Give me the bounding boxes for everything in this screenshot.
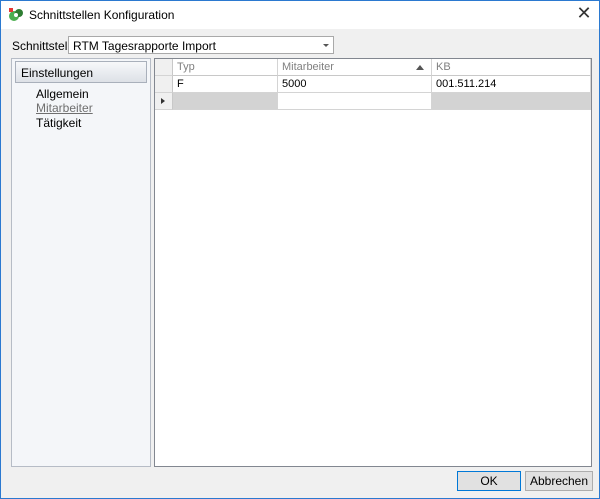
sidebar-header-einstellungen[interactable]: Einstellungen — [15, 61, 147, 83]
column-header-label: KB — [436, 61, 451, 73]
column-header-label: Typ — [177, 61, 195, 73]
dialog-window: Schnittstellen Konfiguration ✕ Schnittst… — [0, 0, 600, 499]
column-header-kb[interactable]: KB — [432, 59, 591, 76]
table-cell-kb[interactable]: 001.511.214 — [432, 76, 591, 93]
row-indicator[interactable] — [155, 76, 173, 93]
close-icon[interactable]: ✕ — [569, 1, 599, 27]
grid-corner — [155, 59, 173, 76]
chevron-down-icon[interactable] — [323, 44, 329, 47]
column-header-label: Mitarbeiter — [282, 61, 334, 73]
cell-value: 5000 — [282, 78, 307, 90]
cell-value: 001.511.214 — [436, 78, 497, 90]
row-pointer-icon — [161, 98, 165, 104]
sidebar-header-label: Einstellungen — [21, 66, 94, 80]
sort-ascending-icon — [416, 65, 424, 70]
new-row-cell-mitarbeiter[interactable] — [278, 93, 432, 110]
interface-label: Schnittstelle — [12, 39, 77, 53]
nav-item-mitarbeiter[interactable]: Mitarbeiter — [36, 101, 93, 115]
title-bar: Schnittstellen Konfiguration ✕ — [1, 1, 599, 29]
new-row-indicator[interactable] — [155, 93, 173, 110]
nav-item-taetigkeit[interactable]: Tätigkeit — [36, 116, 81, 130]
ok-button[interactable]: OK — [457, 471, 521, 491]
new-row-cell-typ[interactable] — [173, 93, 278, 110]
table-cell-typ[interactable]: F — [173, 76, 278, 93]
column-header-typ[interactable]: Typ — [173, 59, 278, 76]
cell-value: F — [177, 78, 184, 90]
column-header-mitarbeiter[interactable]: Mitarbeiter — [278, 59, 432, 76]
data-grid: Typ Mitarbeiter KB F 5000 001.511.214 — [154, 58, 592, 467]
settings-sidebar: Einstellungen Allgemein Mitarbeiter Täti… — [11, 58, 151, 467]
new-row-cell-kb[interactable] — [432, 93, 591, 110]
nav-item-allgemein[interactable]: Allgemein — [36, 87, 89, 101]
interface-dropdown[interactable]: RTM Tagesrapporte Import — [68, 36, 334, 54]
window-title: Schnittstellen Konfiguration — [29, 8, 175, 22]
cancel-button[interactable]: Abbrechen — [525, 471, 593, 491]
app-icon — [9, 8, 23, 21]
interface-selected-value: RTM Tagesrapporte Import — [73, 39, 216, 53]
table-cell-mitarbeiter[interactable]: 5000 — [278, 76, 432, 93]
